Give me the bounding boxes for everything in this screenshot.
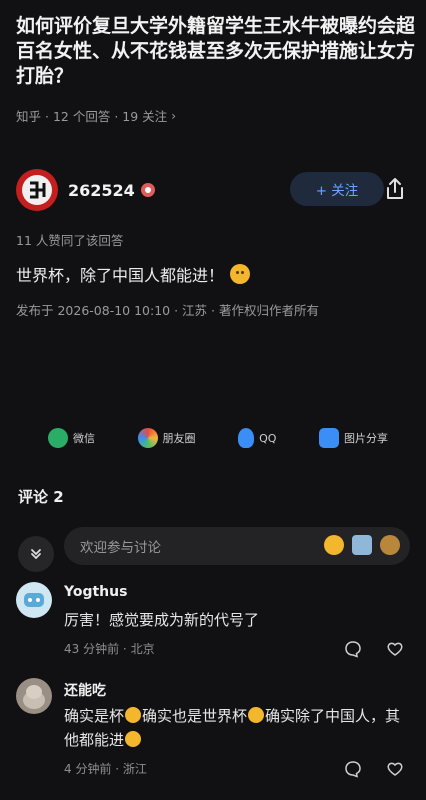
comment-item: Yogthus 厉害！感觉要成为新的代号了 43 分钟前 · 北京 bbox=[16, 582, 410, 662]
share-image-label: 图片分享 bbox=[343, 432, 388, 445]
comment-input[interactable]: 欢迎参与讨论 bbox=[64, 527, 410, 565]
answer-body: 世界杯，除了中国人都能进！ bbox=[16, 262, 251, 286]
laugh-cry-emoji-icon bbox=[125, 707, 142, 723]
comment-text-part: 确实也是世界杯 bbox=[142, 707, 248, 725]
reply-icon[interactable] bbox=[344, 640, 362, 658]
share-qq-label: QQ bbox=[259, 431, 277, 445]
image-share-icon bbox=[318, 428, 339, 448]
follow-button[interactable]: + 关注 bbox=[290, 172, 384, 206]
comment-location: 北京 bbox=[130, 642, 155, 656]
comment-meta: 43 分钟前 · 北京 bbox=[64, 640, 155, 657]
question-meta: 知乎 · 12 个回答 · 19 关注 › bbox=[16, 106, 176, 125]
like-icon[interactable] bbox=[386, 640, 404, 658]
shock-emoji-icon[interactable] bbox=[380, 535, 400, 555]
comment-text-part: 确实是杯 bbox=[64, 707, 125, 725]
meta-separator: · bbox=[122, 642, 131, 656]
avatar-emblem-icon bbox=[22, 175, 52, 205]
comment-avatar[interactable] bbox=[16, 582, 52, 618]
comment-text: 厉害！感觉要成为新的代号了 bbox=[64, 611, 260, 629]
share-wechat[interactable]: 微信 bbox=[48, 428, 95, 448]
sweat-emoji-icon[interactable] bbox=[352, 535, 372, 555]
author-name[interactable]: 262524 bbox=[68, 181, 135, 200]
verified-badge bbox=[140, 183, 155, 197]
comment-meta: 4 分钟前 · 浙江 bbox=[64, 760, 147, 777]
laugh-emoji-icon[interactable] bbox=[324, 535, 344, 555]
follower-count[interactable]: · 19 关注 bbox=[114, 106, 167, 125]
comment-avatar[interactable] bbox=[16, 678, 52, 714]
comment-text: 确实是杯 确实也是世界杯 确实除了中国人，其他都能进 bbox=[64, 704, 404, 752]
comments-header: 评论 2 bbox=[18, 488, 64, 506]
qq-icon bbox=[238, 428, 255, 448]
author-row: 262524 + 关注 bbox=[16, 168, 410, 212]
comment-time: 43 分钟前 bbox=[64, 642, 120, 656]
answer-text: 世界杯，除了中国人都能进！ bbox=[16, 266, 225, 285]
like-icon[interactable] bbox=[386, 760, 404, 778]
meta-separator: · bbox=[115, 762, 123, 776]
moments-icon bbox=[137, 428, 158, 448]
comment-location: 浙江 bbox=[122, 762, 147, 776]
comment-author[interactable]: 还能吃 bbox=[64, 680, 106, 700]
avatar[interactable] bbox=[16, 169, 58, 211]
share-wechat-label: 微信 bbox=[73, 432, 95, 445]
comment-author[interactable]: Yogthus bbox=[64, 584, 127, 600]
answer-count[interactable]: · 12 个回答 bbox=[45, 106, 110, 125]
share-bar: 微信 朋友圈 QQ 图片分享 bbox=[48, 424, 388, 452]
comment-time: 4 分钟前 bbox=[64, 762, 112, 776]
comment-item: 还能吃 确实是杯 确实也是世界杯 确实除了中国人，其他都能进 4 分钟前 · 浙江 bbox=[16, 678, 410, 788]
share-moments[interactable]: 朋友圈 bbox=[137, 428, 196, 448]
collapse-button[interactable] bbox=[18, 536, 54, 572]
laugh-cry-emoji-icon bbox=[125, 731, 142, 747]
question-title[interactable]: 如何评价复旦大学外籍留学生王水牛被曝约会超百名女性、从不花钱甚至多次无保护措施让… bbox=[16, 14, 416, 89]
wechat-icon bbox=[48, 428, 68, 448]
hug-emoji-icon bbox=[230, 264, 251, 284]
reply-icon[interactable] bbox=[344, 760, 362, 778]
upvote-count: 11 人赞同了该回答 bbox=[16, 233, 124, 248]
share-icon[interactable] bbox=[382, 176, 408, 202]
comment-input-placeholder: 欢迎参与讨论 bbox=[80, 540, 161, 556]
laugh-cry-emoji-icon bbox=[248, 707, 265, 723]
chevron-double-down-icon bbox=[31, 549, 41, 560]
input-emoji-bar bbox=[324, 535, 400, 555]
publish-info: 发布于 2026-08-10 10:10 · 江苏 · 著作权归作者所有 bbox=[16, 303, 319, 318]
share-moments-label: 朋友圈 bbox=[162, 432, 196, 445]
chevron-right-icon[interactable]: › bbox=[171, 108, 176, 123]
source-label[interactable]: 知乎 bbox=[16, 106, 41, 125]
share-image[interactable]: 图片分享 bbox=[318, 428, 388, 448]
share-qq[interactable]: QQ bbox=[238, 428, 276, 448]
